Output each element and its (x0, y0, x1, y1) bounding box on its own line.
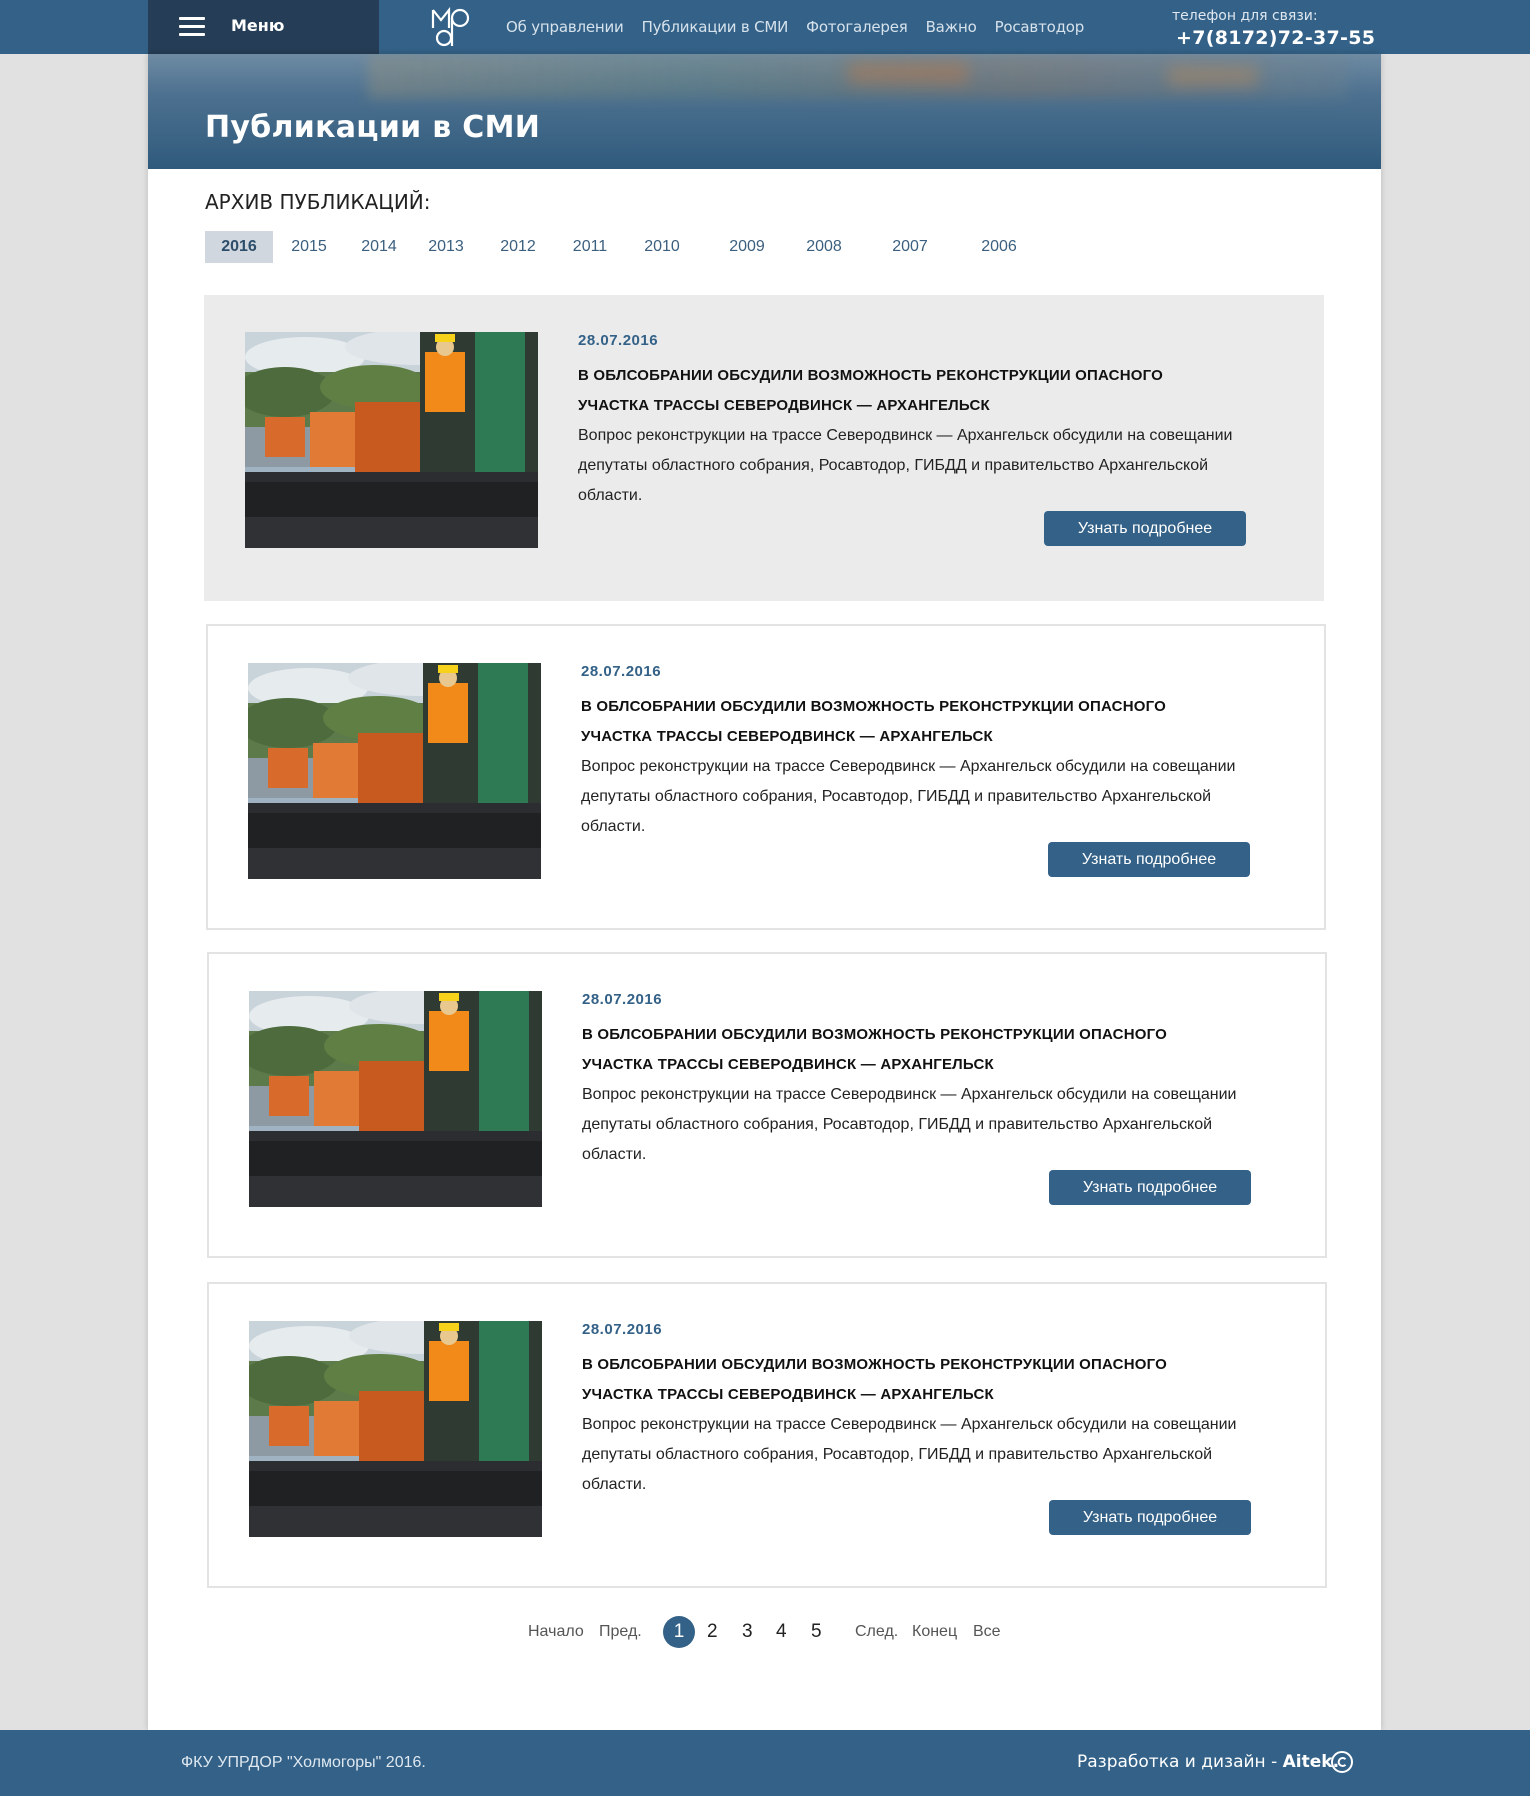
footer: ФКУ УПРДОР "Холмогоры" 2016. Разработка … (0, 1730, 1530, 1796)
copyright-icon (1331, 1751, 1353, 1773)
article-excerpt: Вопрос реконструкции на трассе Северодви… (578, 427, 1233, 504)
year-2007[interactable]: 2007 (890, 231, 930, 263)
pager-page-3[interactable]: 3 (742, 1616, 753, 1648)
pager-page-4[interactable]: 4 (776, 1616, 787, 1648)
year-2015[interactable]: 2015 (289, 231, 329, 263)
read-more-button[interactable]: Узнать подробнее (1049, 1500, 1251, 1535)
pager-last[interactable]: Конец (912, 1616, 957, 1648)
year-2006[interactable]: 2006 (979, 231, 1019, 263)
footer-credits-prefix: Разработка и дизайн - (1077, 1752, 1283, 1772)
year-2009[interactable]: 2009 (727, 231, 767, 263)
article-excerpt: Вопрос реконструкции на трассе Северодви… (581, 758, 1236, 835)
hamburger-icon (179, 17, 205, 37)
menu-label: Меню (231, 16, 285, 35)
article-image[interactable] (248, 663, 541, 879)
road-works-photo (249, 1321, 542, 1537)
pager-page-2[interactable]: 2 (707, 1616, 718, 1648)
pager-prev[interactable]: Пред. (599, 1616, 642, 1648)
pager-first[interactable]: Начало (528, 1616, 584, 1648)
article-image[interactable] (249, 1321, 542, 1537)
road-works-photo (249, 991, 542, 1207)
nav-gallery[interactable]: Фотогалерея (806, 18, 908, 36)
archive-title: АРХИВ ПУБЛИКАЦИЙ: (205, 190, 431, 214)
year-2012[interactable]: 2012 (498, 231, 538, 263)
phone-number[interactable]: +7(8172)72-37-55 (1176, 27, 1375, 49)
pager-page-1[interactable]: 1 (663, 1616, 695, 1648)
year-2011[interactable]: 2011 (570, 231, 610, 263)
article-image[interactable] (245, 332, 538, 548)
top-bar: Меню Об управлении Публикации в СМИ Фото… (0, 0, 1530, 54)
pager-all[interactable]: Все (973, 1616, 1001, 1648)
pagination: Начало Пред. 1 2 3 4 5 След. Конец Все (148, 1616, 1381, 1650)
article-title[interactable]: В ОБЛСОБРАНИИ ОБСУДИЛИ ВОЗМОЖНОСТЬ РЕКОН… (582, 1020, 1222, 1080)
read-more-button[interactable]: Узнать подробнее (1049, 1170, 1251, 1205)
article-title[interactable]: В ОБЛСОБРАНИИ ОБСУДИЛИ ВОЗМОЖНОСТЬ РЕКОН… (578, 361, 1218, 421)
hero-banner: Публикации в СМИ (148, 54, 1381, 169)
pager-next[interactable]: След. (855, 1616, 898, 1648)
page-container: Публикации в СМИ АРХИВ ПУБЛИКАЦИЙ: 2016 … (148, 54, 1381, 1730)
nav-important[interactable]: Важно (926, 18, 977, 36)
year-2010[interactable]: 2010 (642, 231, 682, 263)
article-title[interactable]: В ОБЛСОБРАНИИ ОБСУДИЛИ ВОЗМОЖНОСТЬ РЕКОН… (581, 692, 1221, 752)
footer-credits: Разработка и дизайн - Aitek. (1077, 1752, 1339, 1772)
footer-copyright: ФКУ УПРДОР "Холмогоры" 2016. (181, 1754, 426, 1771)
page-title: Публикации в СМИ (205, 110, 541, 145)
year-2013[interactable]: 2013 (426, 231, 466, 263)
nav-publications[interactable]: Публикации в СМИ (642, 18, 789, 36)
article-date: 28.07.2016 (581, 663, 662, 680)
article-card: 28.07.2016 В ОБЛСОБРАНИИ ОБСУДИЛИ ВОЗМОЖ… (207, 1282, 1327, 1588)
read-more-button[interactable]: Узнать подробнее (1044, 511, 1246, 546)
article-card: 28.07.2016 В ОБЛСОБРАНИИ ОБСУДИЛИ ВОЗМОЖ… (204, 295, 1324, 601)
main-nav: Об управлении Публикации в СМИ Фотогалер… (506, 18, 1102, 36)
year-2008[interactable]: 2008 (804, 231, 844, 263)
nav-about[interactable]: Об управлении (506, 18, 624, 36)
road-works-photo (245, 332, 538, 548)
article-excerpt: Вопрос реконструкции на трассе Северодви… (582, 1416, 1237, 1493)
article-card: 28.07.2016 В ОБЛСОБРАНИИ ОБСУДИЛИ ВОЗМОЖ… (206, 624, 1326, 930)
article-title[interactable]: В ОБЛСОБРАНИИ ОБСУДИЛИ ВОЗМОЖНОСТЬ РЕКОН… (582, 1350, 1222, 1410)
year-2014[interactable]: 2014 (359, 231, 399, 263)
logo-icon[interactable] (430, 6, 476, 48)
article-image[interactable] (249, 991, 542, 1207)
article-date: 28.07.2016 (582, 1321, 663, 1338)
read-more-button[interactable]: Узнать подробнее (1048, 842, 1250, 877)
article-date: 28.07.2016 (582, 991, 663, 1008)
year-filter: 2016 2015 2014 2013 2012 2011 2010 2009 … (205, 231, 1205, 263)
article-date: 28.07.2016 (578, 332, 659, 349)
article-excerpt: Вопрос реконструкции на трассе Северодви… (582, 1086, 1237, 1163)
pager-page-5[interactable]: 5 (811, 1616, 822, 1648)
menu-button[interactable]: Меню (148, 0, 379, 54)
nav-rosavtodor[interactable]: Росавтодор (995, 18, 1085, 36)
article-card: 28.07.2016 В ОБЛСОБРАНИИ ОБСУДИЛИ ВОЗМОЖ… (207, 952, 1327, 1258)
phone-caption: телефон для связи: (1172, 8, 1318, 24)
road-works-photo (248, 663, 541, 879)
year-2016[interactable]: 2016 (205, 231, 273, 263)
